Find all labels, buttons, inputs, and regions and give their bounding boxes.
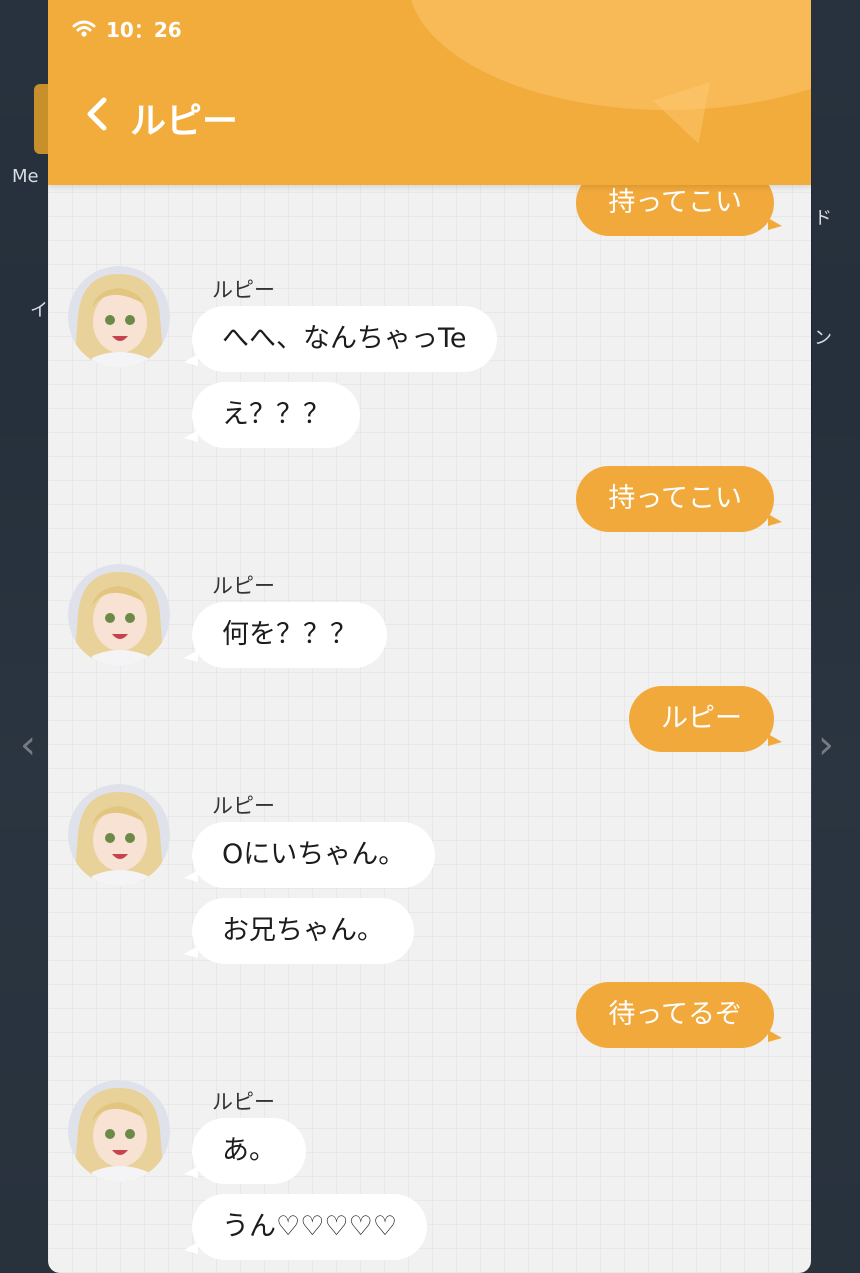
outgoing-message: 待ってるぞ — [576, 982, 782, 1048]
incoming-message: お兄ちゃん。 — [184, 898, 414, 964]
incoming-message: あ。 — [184, 1118, 306, 1184]
wifi-icon — [72, 20, 96, 38]
background-game-right — [812, 0, 860, 1273]
sender-name: ルピー — [212, 794, 275, 818]
status-bar: 10：26 — [72, 14, 182, 43]
avatar-blonde-girl-icon — [68, 266, 170, 368]
chat-header: 10：26 ルピー — [48, 0, 811, 185]
background-label: イ — [30, 300, 48, 321]
outgoing-message: 持ってこい — [576, 466, 782, 532]
background-label: ド — [814, 208, 832, 229]
incoming-message: へへ、なんちゃっTe — [184, 306, 497, 372]
outgoing-message: ルピー — [629, 686, 782, 752]
incoming-message: うん♡♡♡♡♡ — [183, 1194, 428, 1260]
chat-title: ルピー — [130, 101, 239, 142]
incoming-message: 何を？？？ — [184, 602, 387, 668]
background-label: ン — [814, 328, 832, 349]
header-speech-bubble-decoration — [408, 0, 811, 110]
back-chevron-icon[interactable] — [82, 94, 114, 134]
sender-name: ルピー — [212, 1090, 275, 1114]
background-left-arrow-icon: ‹ — [20, 722, 36, 768]
status-time: 10：26 — [106, 18, 182, 42]
contact-avatar[interactable] — [68, 266, 170, 368]
avatar-blonde-girl-icon — [68, 564, 170, 666]
background-game-left — [0, 0, 48, 1273]
chat-window: 持ってこい ルピー へへ、なんちゃっTe え？？？ 持ってこい ルピー 何を？？… — [48, 0, 811, 1273]
incoming-message: え？？？ — [184, 382, 360, 448]
avatar-blonde-girl-icon — [68, 784, 170, 886]
sender-name: ルピー — [212, 278, 275, 302]
incoming-message: Oにいちゃん。 — [183, 822, 436, 888]
contact-avatar[interactable] — [68, 564, 170, 666]
background-label: Me — [12, 166, 39, 187]
avatar-blonde-girl-icon — [68, 1080, 170, 1182]
sender-name: ルピー — [212, 574, 275, 598]
background-right-arrow-icon: › — [818, 722, 834, 768]
message-list[interactable]: 持ってこい ルピー へへ、なんちゃっTe え？？？ 持ってこい ルピー 何を？？… — [48, 0, 811, 1273]
contact-avatar[interactable] — [68, 784, 170, 886]
contact-avatar[interactable] — [68, 1080, 170, 1182]
